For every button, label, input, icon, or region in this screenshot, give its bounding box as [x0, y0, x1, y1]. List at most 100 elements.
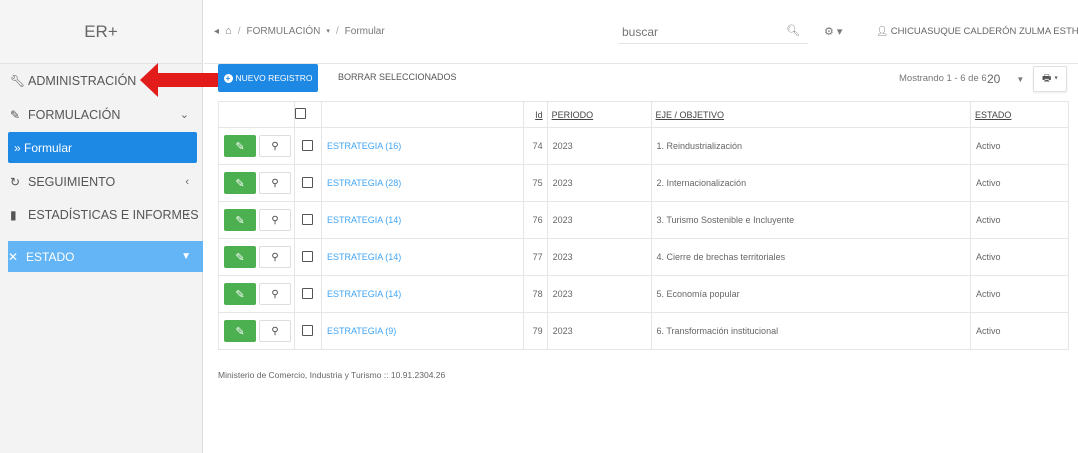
breadcrumb-formular: Formular [344, 25, 385, 37]
cell-periodo: 2023 [546, 275, 652, 313]
view-button[interactable]: ⚲ [259, 209, 291, 231]
table-row: ✎ ⚲ ESTRATEGIA (28) 75 2023 2. Internacio… [218, 164, 1069, 202]
select-all-checkbox[interactable] [294, 108, 306, 119]
breadcrumb: ◂ ⌂ / FORMULACIÓN ▾ / Formular [214, 25, 385, 37]
cell-id: 75 [522, 164, 548, 202]
row-checkbox[interactable] [302, 287, 314, 299]
new-record-button[interactable]: + NUEVO REGISTRO [218, 64, 318, 92]
user-name: CHICUASUQUE CALDERÓN ZULMA ESTHER [890, 26, 1078, 37]
cell-eje: 2. Internacionalización [650, 164, 972, 202]
user-menu[interactable]: 👤︎ CHICUASUQUE CALDERÓN ZULMA ESTHER ▾ [876, 26, 1078, 37]
header-estado[interactable]: ESTADO [970, 101, 1069, 128]
sidebar-item-formular[interactable]: » Formular [8, 132, 197, 163]
edit-button[interactable]: ✎ [224, 135, 256, 157]
edit-button[interactable]: ✎ [224, 209, 256, 231]
pagination-info: Mostrando 1 - 6 de 6 [899, 73, 987, 84]
home-icon[interactable]: ⌂ [225, 25, 232, 37]
cell-id: 76 [522, 201, 548, 239]
row-checkbox[interactable] [302, 139, 314, 151]
table-row: ✎ ⚲ ESTRATEGIA (14) 77 2023 4. Cierre de … [218, 238, 1069, 276]
edit-button[interactable]: ✎ [224, 172, 256, 194]
header-eje[interactable]: EJE / OBJETIVO [650, 101, 972, 128]
sidebar-item-formulacion[interactable]: ✎ FORMULACIÓN ⌄ [0, 98, 203, 131]
header-id[interactable]: Id [522, 101, 548, 128]
record-link[interactable]: ESTRATEGIA (28) [327, 178, 401, 188]
edit-button[interactable]: ✎ [224, 283, 256, 305]
footer-text: Ministerio de Comercio, Industria y Turi… [218, 370, 446, 380]
cell-id: 77 [522, 238, 548, 276]
row-checkbox[interactable] [302, 324, 314, 336]
search-icon: ⚲ [271, 251, 279, 263]
wrench-icon: 🔧︎ [10, 73, 26, 88]
records-table: Id PERIODO EJE / OBJETIVO ESTADO ✎ ⚲ ESTR… [218, 101, 1069, 350]
header-select-all [293, 101, 322, 128]
cell-eje: 4. Cierre de brechas territoriales [650, 238, 972, 276]
cell-periodo: 2023 [546, 312, 652, 350]
page-size-select[interactable]: 20 ▼ [987, 66, 1031, 92]
delete-selected-button[interactable]: BORRAR SELECCIONADOS [338, 72, 457, 82]
sidebar-item-estadisticas[interactable]: ▮ ESTADÍSTICAS E INFORMES ‹ [0, 198, 203, 231]
bar-chart-icon: ▮ [10, 207, 17, 222]
gear-icon[interactable]: ⚙ ▾ [824, 25, 842, 38]
cell-estado: Activo [970, 127, 1069, 165]
brand-logo[interactable]: ER+ [0, 0, 202, 64]
search-icon: ⚲ [271, 214, 279, 226]
pencil-icon: ✎ [235, 288, 245, 301]
cell-eje: 6. Transformación institucional [650, 312, 972, 350]
edit-button[interactable]: ✎ [224, 246, 256, 268]
sidebar-item-label: » Formular [14, 140, 73, 155]
page-size-value: 20 [987, 72, 1001, 86]
annotation-arrow [140, 63, 220, 97]
breadcrumb-formulacion[interactable]: FORMULACIÓN [246, 26, 320, 37]
header-name [320, 101, 524, 128]
table-row: ✎ ⚲ ESTRATEGIA (9) 79 2023 6. Transformac… [218, 312, 1069, 350]
cell-periodo: 2023 [546, 238, 652, 276]
cell-periodo: 2023 [546, 127, 652, 165]
new-record-label: NUEVO REGISTRO [235, 73, 313, 83]
view-button[interactable]: ⚲ [259, 135, 291, 157]
top-bar: ◂ ⌂ / FORMULACIÓN ▾ / Formular 🔍︎ ⚙ ▾ 👤︎… [204, 0, 1078, 64]
table-row: ✎ ⚲ ESTRATEGIA (14) 78 2023 5. Economía p… [218, 275, 1069, 313]
sidebar-item-label: FORMULACIÓN [28, 107, 121, 122]
sidebar-item-seguimiento[interactable]: ↻ SEGUIMIENTO ‹ [0, 165, 203, 198]
cell-estado: Activo [970, 164, 1069, 202]
record-link[interactable]: ESTRATEGIA (14) [327, 252, 401, 262]
caret-down-icon: ▾ [326, 28, 330, 35]
row-checkbox[interactable] [302, 176, 314, 188]
sidebar-item-estado[interactable]: ✕ ESTADO ▼ [8, 241, 203, 272]
row-checkbox[interactable] [302, 250, 314, 262]
sidebar-item-label: SEGUIMIENTO [28, 174, 116, 189]
pencil-icon: ✎ [235, 177, 245, 190]
header-periodo[interactable]: PERIODO [546, 101, 652, 128]
chevron-left-icon: ‹ [185, 208, 189, 221]
user-icon: 👤︎ [876, 26, 889, 37]
refresh-icon: ↻ [10, 174, 21, 189]
close-icon: ✕ [8, 249, 19, 264]
record-link[interactable]: ESTRATEGIA (9) [327, 326, 396, 336]
print-button[interactable]: 🖶︎ ▾ [1033, 66, 1067, 92]
view-button[interactable]: ⚲ [259, 172, 291, 194]
plus-circle-icon: + [223, 73, 233, 83]
back-arrow-icon[interactable]: ◂ [214, 26, 219, 37]
chevron-left-icon: ‹ [185, 175, 189, 188]
chevron-down-icon: ⌄ [179, 109, 189, 121]
view-button[interactable]: ⚲ [259, 283, 291, 305]
record-link[interactable]: ESTRATEGIA (14) [327, 215, 401, 225]
record-link[interactable]: ESTRATEGIA (16) [327, 141, 401, 151]
pencil-icon: ✎ [235, 251, 245, 264]
cell-periodo: 2023 [546, 201, 652, 239]
view-button[interactable]: ⚲ [259, 246, 291, 268]
cell-id: 78 [522, 275, 548, 313]
search-input[interactable] [618, 20, 778, 44]
cell-estado: Activo [970, 275, 1069, 313]
search-icon[interactable]: 🔍︎ [786, 24, 800, 37]
cell-id: 79 [522, 312, 548, 350]
cell-id: 74 [522, 127, 548, 165]
edit-button[interactable]: ✎ [224, 320, 256, 342]
table-row: ✎ ⚲ ESTRATEGIA (14) 76 2023 3. Turismo So… [218, 201, 1069, 239]
row-checkbox[interactable] [302, 213, 314, 225]
caret-down-icon: ▼ [181, 251, 191, 262]
record-link[interactable]: ESTRATEGIA (14) [327, 289, 401, 299]
view-button[interactable]: ⚲ [259, 320, 291, 342]
sidebar-item-label: ADMINISTRACIÓN [28, 73, 137, 88]
